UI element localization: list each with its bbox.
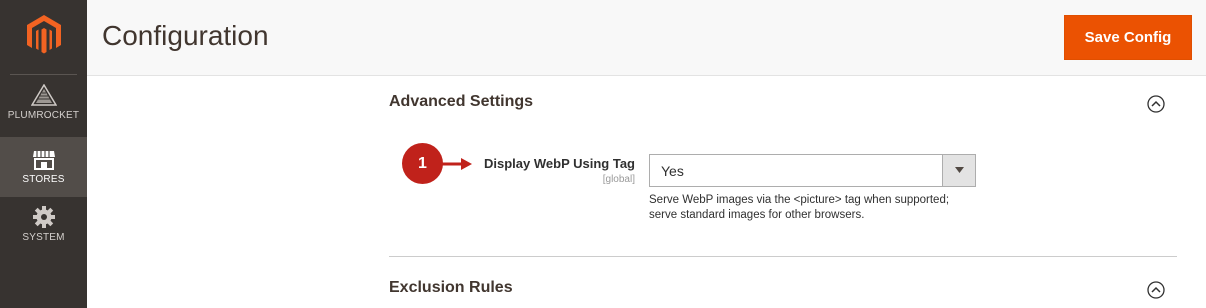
step-number-badge: 1 <box>402 143 443 184</box>
field-note-line: serve standard images for other browsers… <box>649 209 865 221</box>
sidebar-item-plumrocket[interactable]: PLUMROCKET <box>0 84 87 136</box>
sidebar-item-label: PLUMROCKET <box>7 110 80 121</box>
section-exclusion-rules[interactable]: Exclusion Rules <box>389 274 1177 304</box>
sidebar-item-system[interactable]: SYSTEM <box>0 206 87 258</box>
collapse-icon[interactable] <box>1147 95 1165 113</box>
section-title: Advanced Settings <box>389 93 534 110</box>
collapse-icon[interactable] <box>1147 281 1165 299</box>
section-divider <box>389 256 1177 257</box>
select-toggle[interactable] <box>942 155 975 186</box>
page-header: Configuration Save Config <box>87 0 1206 76</box>
display-webp-select[interactable]: Yes <box>649 154 976 187</box>
select-value: Yes <box>661 163 684 179</box>
sidebar-item-label: SYSTEM <box>22 232 65 243</box>
sidebar-divider <box>10 74 77 75</box>
admin-sidebar: PLUMROCKET STORES SYSTEM <box>0 0 87 308</box>
magento-logo-icon <box>27 15 61 54</box>
gear-icon <box>32 206 55 228</box>
field-note-line: Serve WebP images via the <picture> tag … <box>649 194 950 206</box>
field-scope: [global] <box>602 174 635 185</box>
section-title: Exclusion Rules <box>389 279 513 296</box>
section-advanced-settings[interactable]: Advanced Settings <box>389 88 1177 118</box>
save-config-button[interactable]: Save Config <box>1064 15 1192 60</box>
sidebar-item-stores[interactable]: STORES <box>0 137 87 197</box>
plumrocket-icon <box>30 84 57 106</box>
store-icon <box>32 151 55 170</box>
field-label: Display WebP Using Tag <box>484 156 635 171</box>
page-title: Configuration <box>102 20 269 51</box>
chevron-down-icon <box>955 167 964 173</box>
sidebar-item-label: STORES <box>22 174 65 185</box>
field-note: Serve WebP images via the <picture> tag … <box>649 193 989 223</box>
magento-logo[interactable] <box>0 0 87 74</box>
